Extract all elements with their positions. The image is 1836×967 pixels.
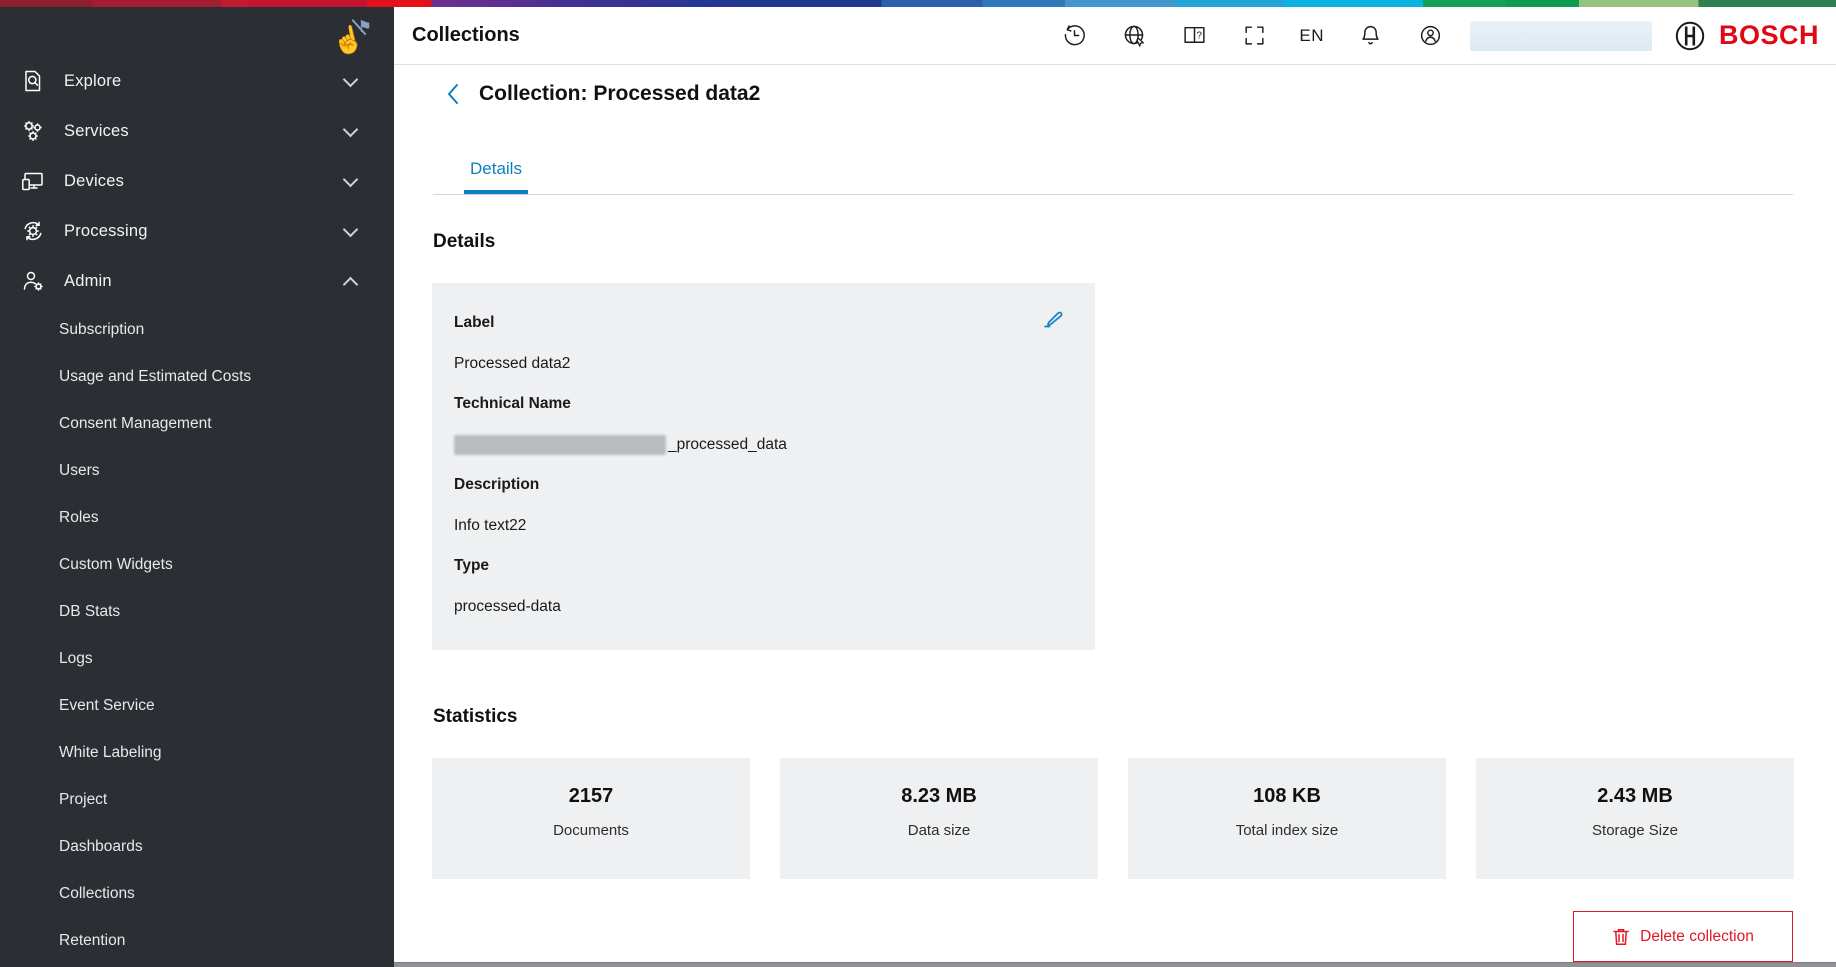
help-manual-icon[interactable]: ?	[1181, 23, 1207, 49]
tab-bar: Details	[433, 150, 1793, 195]
admin-icon	[20, 268, 46, 294]
stat-label: Data size	[780, 822, 1098, 839]
sidebar-item-devices[interactable]: Devices	[0, 156, 394, 206]
delete-collection-button[interactable]: Delete collection	[1573, 911, 1793, 962]
stat-value: 2157	[432, 785, 750, 808]
sidebar-item-white-labeling[interactable]: White Labeling	[0, 729, 394, 776]
notifications-bell-icon[interactable]	[1358, 23, 1384, 49]
sidebar-item-users[interactable]: Users	[0, 447, 394, 494]
details-heading: Details	[433, 231, 495, 253]
stat-card-storage-size: 2.43 MB Storage Size	[1476, 758, 1794, 879]
explore-icon	[20, 68, 46, 94]
chevron-down-icon	[343, 222, 359, 238]
technical-name-suffix: _processed_data	[668, 436, 787, 454]
sidebar-item-label: Processing	[64, 222, 148, 241]
edit-pencil-icon[interactable]	[1041, 307, 1067, 333]
stat-value: 2.43 MB	[1476, 785, 1794, 808]
sidebar-item-label: Explore	[64, 72, 121, 91]
sidebar-item-project[interactable]: Project	[0, 776, 394, 823]
app-header: Collections ? EN BOSCH	[394, 7, 1836, 65]
main-content: Collection: Processed data2 Details Deta…	[394, 65, 1836, 962]
sidebar-item-logs[interactable]: Logs	[0, 635, 394, 682]
chevron-down-icon	[343, 172, 359, 188]
tab-details[interactable]: Details	[464, 150, 528, 194]
sidebar-item-services[interactable]: Services	[0, 106, 394, 156]
details-card: Label Processed data2 Technical Name _pr…	[432, 283, 1095, 650]
sidebar-item-subscription[interactable]: Subscription	[0, 306, 394, 353]
sidebar-item-collections[interactable]: Collections	[0, 870, 394, 917]
unpin-sidebar-icon[interactable]: ☝ ⚑	[330, 17, 374, 61]
sidebar-item-usage-and-estimated-costs[interactable]: Usage and Estimated Costs	[0, 353, 394, 400]
sidebar-item-db-stats[interactable]: DB Stats	[0, 588, 394, 635]
chevron-down-icon	[343, 72, 359, 88]
statistics-heading: Statistics	[433, 706, 517, 728]
bosch-supergraphic-strip	[0, 0, 1836, 7]
horizontal-scrollbar[interactable]	[394, 962, 1836, 967]
stat-label: Storage Size	[1476, 822, 1794, 839]
redacted-username	[1470, 21, 1652, 51]
field-value: _processed_data	[454, 425, 1095, 466]
sidebar-item-label: Admin	[64, 272, 112, 291]
bosch-wordmark: BOSCH	[1719, 20, 1819, 51]
svg-text:?: ?	[1196, 30, 1202, 41]
fullscreen-icon[interactable]	[1241, 23, 1267, 49]
sidebar-item-event-service[interactable]: Event Service	[0, 682, 394, 729]
sidebar-item-explore[interactable]: Explore	[0, 56, 394, 106]
stat-card-documents: 2157 Documents	[432, 758, 750, 879]
sidebar-item-consent-management[interactable]: Consent Management	[0, 400, 394, 447]
field-label: Technical Name	[454, 384, 1095, 425]
services-icon	[20, 118, 46, 144]
back-chevron-icon[interactable]	[446, 81, 466, 107]
stat-card-data-size: 8.23 MB Data size	[780, 758, 1098, 879]
redacted-text-block	[454, 435, 666, 455]
processing-icon	[20, 218, 46, 244]
stat-card-total-index-size: 108 KB Total index size	[1128, 758, 1446, 879]
devices-icon	[20, 168, 46, 194]
delete-collection-label: Delete collection	[1640, 928, 1754, 946]
sidebar-item-processing[interactable]: Processing	[0, 206, 394, 256]
language-globe-icon[interactable]	[1121, 23, 1147, 49]
statistics-cards: 2157 Documents 8.23 MB Data size 108 KB …	[432, 758, 1794, 879]
chevron-down-icon	[343, 122, 359, 138]
sidebar-item-custom-widgets[interactable]: Custom Widgets	[0, 541, 394, 588]
stat-value: 8.23 MB	[780, 785, 1098, 808]
sidebar-item-label: Devices	[64, 172, 124, 191]
field-label: Type	[454, 546, 1095, 587]
account-icon[interactable]	[1418, 23, 1444, 49]
sidebar-item-dashboards[interactable]: Dashboards	[0, 823, 394, 870]
language-selector[interactable]: EN	[1299, 26, 1324, 46]
stat-label: Total index size	[1128, 822, 1446, 839]
field-label: Description	[454, 465, 1095, 506]
trash-icon	[1612, 927, 1630, 946]
page-title: Collection: Processed data2	[479, 82, 760, 106]
page-header-title: Collections	[412, 24, 520, 47]
stat-label: Documents	[432, 822, 750, 839]
bosch-anchor-logo-icon	[1674, 20, 1706, 52]
field-value: Info text22	[454, 506, 1095, 547]
sidebar-item-retention[interactable]: Retention	[0, 917, 394, 964]
chevron-up-icon	[343, 277, 359, 293]
stat-value: 108 KB	[1128, 785, 1446, 808]
sidebar-item-roles[interactable]: Roles	[0, 494, 394, 541]
sidebar: ☝ ⚑ Explore Services	[0, 7, 394, 967]
field-value: Processed data2	[454, 344, 1095, 385]
field-label: Label	[454, 303, 1095, 344]
sidebar-item-label: Services	[64, 122, 129, 141]
sidebar-item-admin[interactable]: Admin	[0, 256, 394, 306]
history-icon[interactable]	[1061, 23, 1087, 49]
field-value: processed-data	[454, 587, 1095, 628]
